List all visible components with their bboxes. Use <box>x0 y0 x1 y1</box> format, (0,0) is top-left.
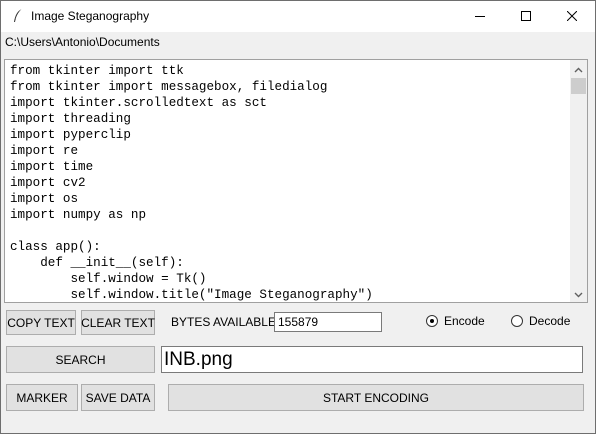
search-button[interactable]: SEARCH <box>6 346 155 373</box>
bytes-available-field[interactable]: 155879 <box>274 312 382 332</box>
feather-icon <box>11 8 25 24</box>
maximize-icon <box>521 10 531 24</box>
code-line: import threading <box>10 112 131 126</box>
minimize-button[interactable] <box>457 1 503 32</box>
code-line: import re <box>10 144 79 158</box>
code-line: import tkinter.scrolledtext as sct <box>10 96 267 110</box>
radio-unselected-icon <box>511 315 523 327</box>
decode-radio-label: Decode <box>529 314 571 328</box>
scroll-thumb[interactable] <box>571 78 586 94</box>
minimize-icon <box>475 10 485 24</box>
bytes-available-label: BYTES AVAILABLE: <box>171 315 280 329</box>
current-directory-label: C:\Users\Antonio\Documents <box>5 35 160 49</box>
chevron-down-icon <box>574 287 583 301</box>
code-line: import cv2 <box>10 176 86 190</box>
code-line: import time <box>10 160 94 174</box>
vertical-scrollbar[interactable] <box>570 60 587 302</box>
code-line: from tkinter import ttk <box>10 64 184 78</box>
code-line: import numpy as np <box>10 208 147 222</box>
maximize-button[interactable] <box>503 1 549 32</box>
file-path-field[interactable]: INB.png <box>161 346 583 373</box>
title-bar[interactable]: Image Steganography <box>1 1 595 32</box>
chevron-up-icon <box>574 62 583 76</box>
code-line: def __init__(self): <box>10 256 184 270</box>
window-title: Image Steganography <box>31 9 150 23</box>
encode-radio-label: Encode <box>444 314 485 328</box>
scroll-down-button[interactable] <box>570 285 587 302</box>
text-area[interactable]: from tkinter import ttk from tkinter impo… <box>4 59 588 303</box>
code-line: import pyperclip <box>10 128 131 142</box>
close-icon <box>566 10 578 24</box>
encode-radio[interactable]: Encode <box>426 314 485 328</box>
clear-text-button[interactable]: CLEAR TEXT <box>81 310 155 335</box>
code-line: self.window = Tk() <box>10 272 207 286</box>
close-button[interactable] <box>549 1 595 32</box>
code-line: import os <box>10 192 79 206</box>
decode-radio[interactable]: Decode <box>511 314 570 328</box>
code-line: class app(): <box>10 240 101 254</box>
code-line: self.window.title("Image Steganography") <box>10 288 373 301</box>
code-line: from tkinter import messagebox, filedial… <box>10 80 328 94</box>
start-encoding-button[interactable]: START ENCODING <box>168 384 584 411</box>
scroll-up-button[interactable] <box>570 60 587 77</box>
copy-text-button[interactable]: COPY TEXT <box>6 310 76 335</box>
marker-button[interactable]: MARKER <box>6 384 78 411</box>
app-window: Image Steganography C:\Users\Antonio\Doc… <box>0 0 596 434</box>
save-data-button[interactable]: SAVE DATA <box>81 384 155 411</box>
text-area-content[interactable]: from tkinter import ttk from tkinter impo… <box>10 63 565 301</box>
radio-selected-icon <box>426 315 438 327</box>
